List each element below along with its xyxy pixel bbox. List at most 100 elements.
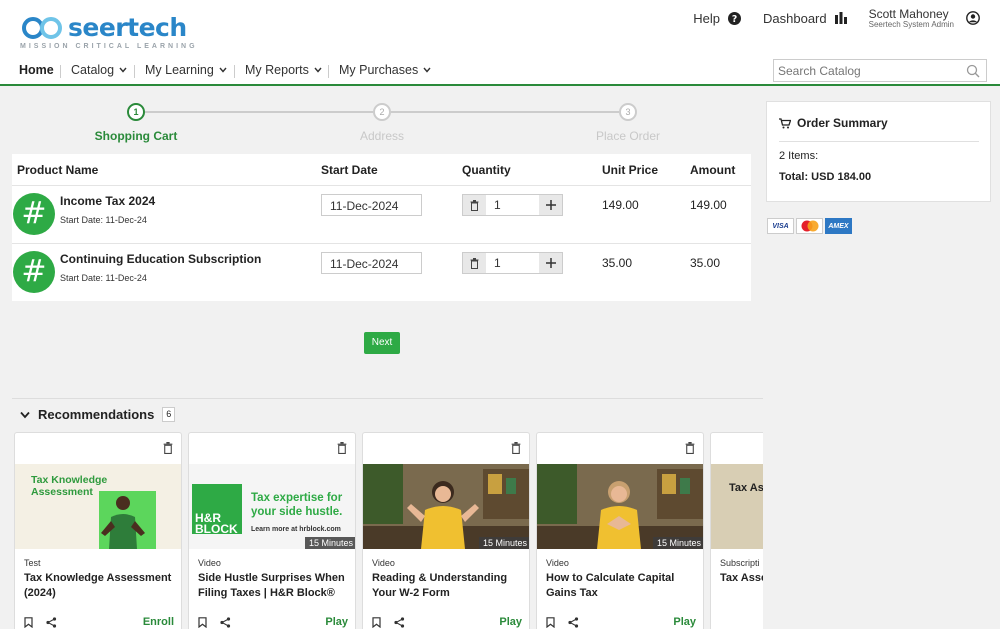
search-box [773,59,987,82]
dashboard-label: Dashboard [763,10,827,26]
seertech-logo[interactable]: seertech MISSION CRITICAL LEARNING [20,12,195,52]
enroll-button[interactable]: Enroll [143,616,174,628]
bookmark-icon[interactable] [546,617,555,628]
col-unit-price: Unit Price [602,163,659,177]
start-date-field[interactable]: 11-Dec-2024 [321,194,422,216]
share-icon[interactable] [568,617,579,628]
duration-badge: 15 Minutes [304,537,355,549]
next-button[interactable]: Next [364,332,400,354]
user-avatar-icon [966,11,980,25]
increase-quantity-button[interactable] [539,195,562,215]
nav-catalog-label: Catalog [71,63,115,77]
hr-block-logo-text: H&R BLOCK [195,511,238,536]
step-1-indicator: 1 [127,103,145,121]
user-menu[interactable]: Scott Mahoney Seertech System Admin [869,8,980,29]
app-header: seertech MISSION CRITICAL LEARNING Help … [0,0,1000,86]
product-start-date: Start Date: 11-Dec-24 [60,215,147,225]
svg-text:?: ? [732,13,737,24]
bookmark-icon[interactable] [24,617,33,628]
trash-icon[interactable] [685,442,695,454]
cart-table: Product Name Start Date Quantity Unit Pr… [12,154,751,301]
cart-icon [779,117,791,128]
nav-my-reports-label: My Reports [245,63,309,77]
nav-divider [134,65,135,78]
checkout-stepper: 1 2 3 Shopping Cart Address Place Order [0,100,760,145]
card-thumbnail: Tax As [711,464,763,549]
quantity-stepper: 1 [462,194,563,216]
card-title: Tax Knowledge Assessment (2024) [24,572,172,599]
share-icon[interactable] [220,617,231,628]
unit-price: 35.00 [602,256,633,270]
play-button[interactable]: Play [325,616,348,628]
search-icon[interactable] [966,64,980,78]
quantity-value[interactable]: 1 [486,253,539,273]
card-type: Video [198,558,221,568]
trash-icon[interactable] [511,442,521,454]
plus-icon [545,200,556,210]
section-divider [12,398,763,399]
duration-badge: 15 Minutes [478,537,529,549]
step-2-indicator: 2 [373,103,391,121]
dashboard-link[interactable]: Dashboard [763,11,847,26]
nav-my-purchases[interactable]: My Purchases [339,63,431,77]
user-name: Scott Mahoney [868,6,949,21]
help-link[interactable]: Help ? [693,10,742,26]
search-input[interactable] [774,63,966,78]
card-thumbnail: Tax Knowledge Assessment [15,464,181,549]
nav-my-purchases-label: My Purchases [339,63,419,77]
start-date-field[interactable]: 11-Dec-2024 [321,252,422,274]
share-icon[interactable] [394,617,405,628]
recommendations-header[interactable]: Recommendations 6 [20,407,176,422]
trash-icon[interactable] [337,442,347,454]
chevron-down-icon [20,411,30,418]
summary-divider [779,141,979,142]
card-thumbnail: 15 Minutes [363,464,529,549]
help-icon: ? [728,11,742,25]
thumbnail-text: Tax As [729,482,763,494]
nav-catalog[interactable]: Catalog [71,63,127,77]
remove-item-button[interactable] [463,195,486,215]
brand-tagline: MISSION CRITICAL LEARNING [20,43,198,50]
trash-icon[interactable] [163,442,173,454]
nav-divider [328,65,329,78]
col-amount: Amount [690,163,736,177]
nav-my-reports[interactable]: My Reports [245,63,322,77]
duration-badge: 15 Minutes [652,537,703,549]
increase-quantity-button[interactable] [539,253,562,273]
recommendation-card[interactable]: 15 Minutes Video Reading & Understanding… [362,432,530,629]
order-summary-title: Order Summary [779,116,888,130]
amount: 149.00 [690,198,727,212]
hashtag-icon: # [13,251,55,293]
bar-chart-icon [834,12,847,24]
recommendation-card[interactable]: H&R BLOCK Tax expertise for your side hu… [188,432,356,629]
nav-my-learning-label: My Learning [145,63,214,77]
bookmark-icon[interactable] [372,617,381,628]
card-title: How to Calculate Capital Gains Tax [546,572,675,599]
seertech-logo-icon [22,17,62,39]
quantity-value[interactable]: 1 [486,195,539,215]
help-label: Help [693,10,721,26]
payment-methods: VISA AMEX [767,218,854,234]
share-icon[interactable] [46,617,57,628]
step-3-label: Place Order [595,129,661,143]
nav-home[interactable]: Home [19,63,54,77]
col-product-name: Product Name [17,163,99,177]
order-summary: Order Summary 2 Items: Total: USD 184.00 [766,101,991,202]
recommendation-card[interactable]: 15 Minutes Video How to Calculate Capita… [536,432,704,629]
chevron-down-icon [314,67,322,73]
trash-icon [470,257,479,269]
step-2-label: Address [359,129,405,143]
card-title: Reading & Understanding Your W-2 Form [372,572,508,599]
person-illustration [101,496,145,549]
recommendation-card[interactable]: Tax As Subscripti Tax Asse [710,432,763,629]
chevron-down-icon [423,67,431,73]
play-button[interactable]: Play [673,616,696,628]
main-nav: Home Catalog My Learning My Reports My P… [0,58,1000,84]
remove-item-button[interactable] [463,253,486,273]
nav-my-learning[interactable]: My Learning [145,63,227,77]
chevron-down-icon [119,67,127,73]
bookmark-icon[interactable] [198,617,207,628]
card-thumbnail: H&R BLOCK Tax expertise for your side hu… [189,464,355,549]
recommendation-card[interactable]: Tax Knowledge Assessment Test Tax Knowle… [14,432,182,629]
play-button[interactable]: Play [499,616,522,628]
